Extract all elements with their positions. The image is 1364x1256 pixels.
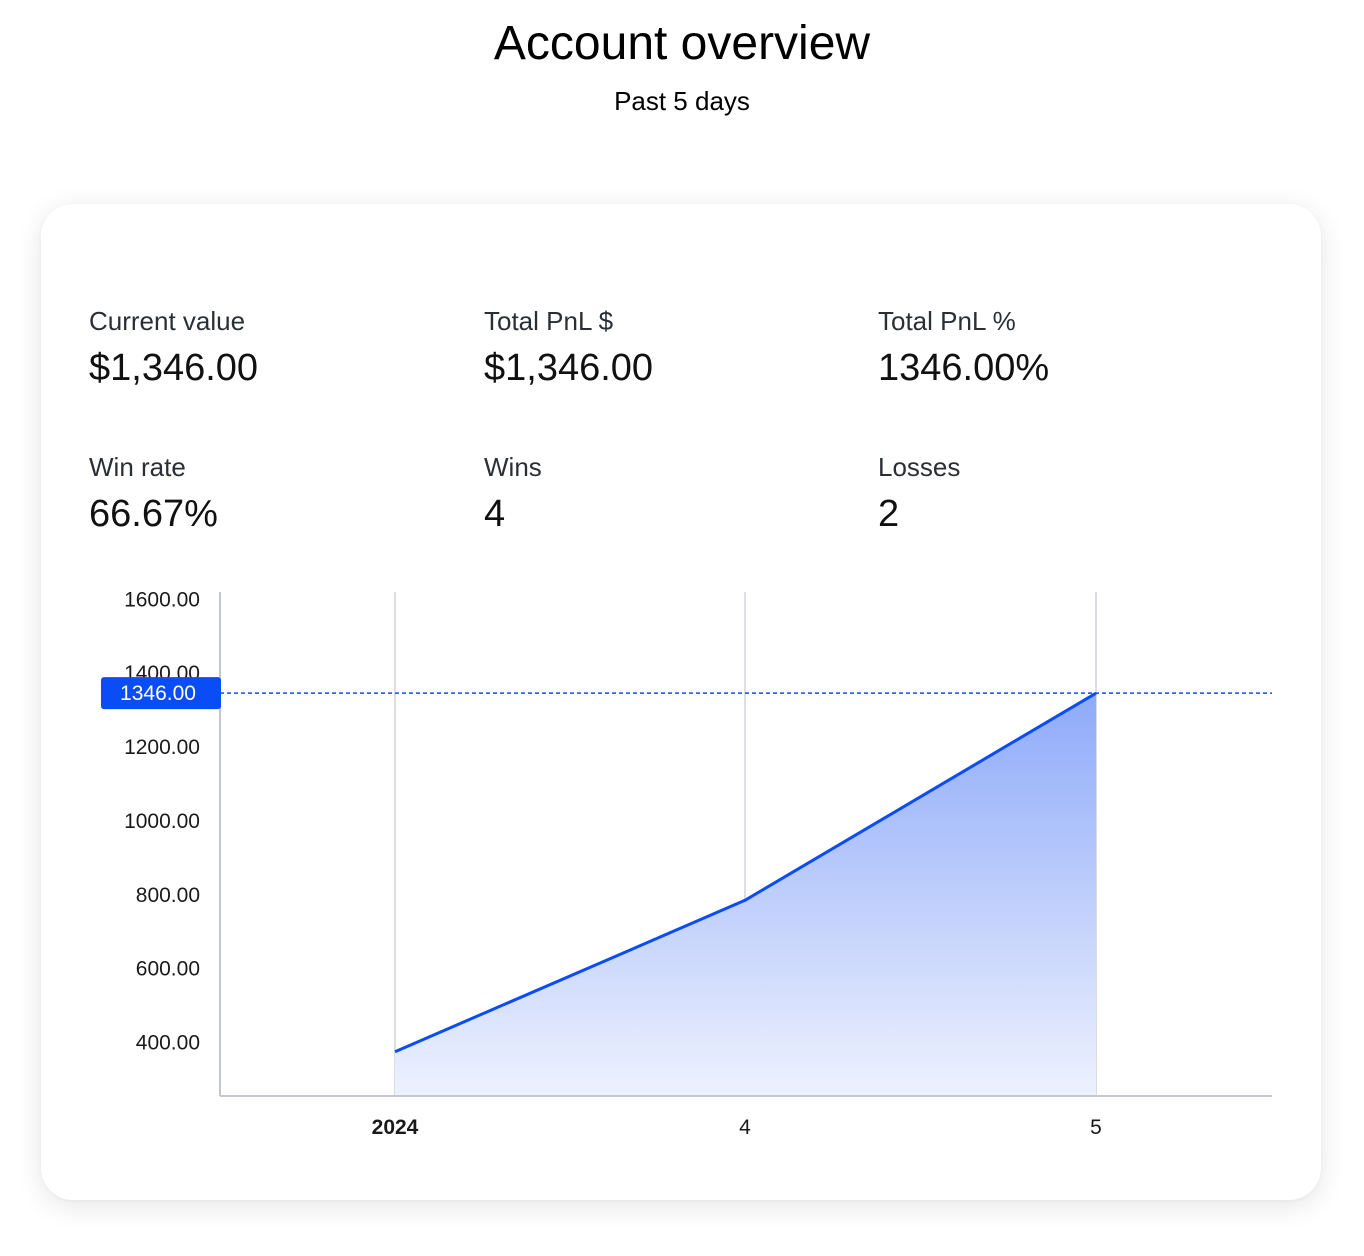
y-tick-label: 600.00 <box>136 958 200 981</box>
y-axis-ticks: 400.00600.00800.001000.001200.001400.001… <box>124 588 200 1054</box>
y-tick-label: 1200.00 <box>124 736 200 759</box>
y-tick-label: 1000.00 <box>124 810 200 833</box>
x-tick-label: 4 <box>739 1116 751 1139</box>
x-axis-ticks: 2024 4 5 <box>372 1116 1102 1139</box>
x-tick-label: 2024 <box>372 1116 419 1139</box>
account-value-chart[interactable]: 400.00600.00800.001000.001200.001400.001… <box>0 0 1364 1256</box>
y-tick-label: 800.00 <box>136 884 200 907</box>
last-value-label: 1346.00 <box>120 682 196 705</box>
y-tick-label: 1600.00 <box>124 588 200 611</box>
x-tick-label: 5 <box>1090 1116 1102 1139</box>
y-tick-label: 400.00 <box>136 1031 200 1054</box>
